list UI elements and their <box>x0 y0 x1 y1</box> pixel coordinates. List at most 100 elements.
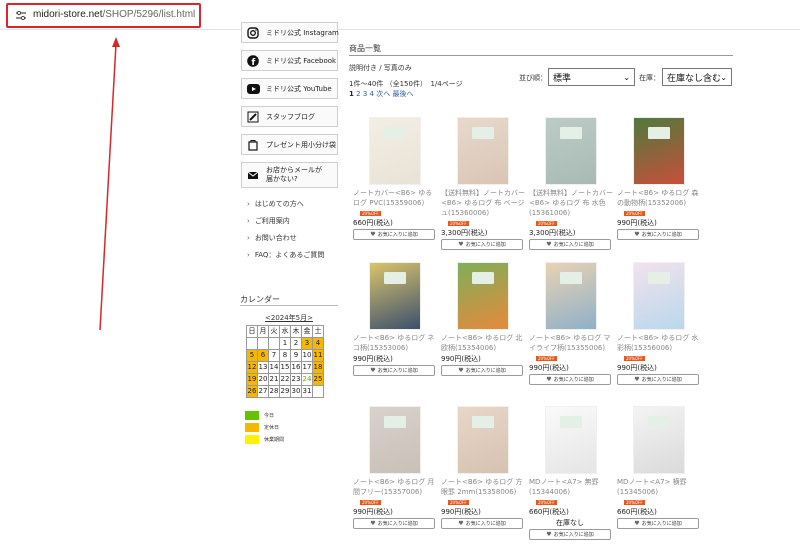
calendar-day: 27 <box>258 386 269 398</box>
staff-blog-button[interactable]: スタッフブログ <box>241 106 338 127</box>
product-image[interactable] <box>458 407 508 473</box>
add-to-favorites-button[interactable]: ♥ お気に入りに追加 <box>353 365 435 376</box>
product-card[interactable]: MDノート<A7> 無罫 (15344006) 20%OFF 660円(税込) 在庫な… <box>529 407 613 540</box>
product-name[interactable]: MDノート<A7> 無罫 (15344006) <box>529 477 613 497</box>
calendar-month-nav[interactable]: <2024年5月> <box>240 313 338 323</box>
add-to-favorites-button[interactable]: ♥ お気に入りに追加 <box>441 518 523 529</box>
add-to-favorites-button[interactable]: ♥ お気に入りに追加 <box>441 239 523 250</box>
stock-select-value: 在庫なし含む <box>667 74 722 84</box>
product-card[interactable]: ノート<B6> ゆるログ 月間フリー(15357006) 20%OFF 990円(税… <box>353 407 437 529</box>
add-to-favorites-button[interactable]: ♥ お気に入りに追加 <box>529 239 611 250</box>
browser-address-bar[interactable]: midori-store.net/SHOP/5296/list.html <box>0 0 800 30</box>
link-faq[interactable]: FAQ：よくあるご質問 <box>247 250 325 260</box>
heart-icon: ♥ <box>546 376 552 383</box>
legend-swatch <box>245 411 259 420</box>
add-to-favorites-button[interactable]: ♥ お気に入りに追加 <box>529 529 611 540</box>
calendar-day: 28 <box>269 386 280 398</box>
product-name[interactable]: 【送料無料】ノートカバー<B6> ゆるログ 布 ベージュ(15360006) <box>441 188 525 218</box>
calendar-day <box>269 338 280 350</box>
product-name[interactable]: 【送料無料】ノートカバー<B6> ゆるログ 布 水色 (15361006) <box>529 188 613 218</box>
add-to-favorites-button[interactable]: ♥ お気に入りに追加 <box>441 365 523 376</box>
add-to-favorites-button[interactable]: ♥ お気に入りに追加 <box>529 374 611 385</box>
calendar-day: 15 <box>280 362 291 374</box>
page-link[interactable]: 4 <box>370 90 374 98</box>
youtube-button[interactable]: ミドリ公式 YouTube <box>241 78 338 99</box>
product-price: 990円(税込) <box>441 508 481 516</box>
product-image[interactable] <box>370 263 420 329</box>
product-name[interactable]: MDノート<A7> 横罫 (15345006) <box>617 477 701 497</box>
product-card[interactable]: MDノート<A7> 横罫 (15345006) 20%OFF 660円(税込) ♥ お気… <box>617 407 701 529</box>
facebook-button[interactable]: f ミドリ公式 Facebook <box>241 50 338 71</box>
product-card[interactable]: ノート<B6> ゆるログ マイライフ柄(15355006) 20%OFF 990円(… <box>529 263 613 385</box>
stock-select[interactable]: 在庫なし含む ⌄ <box>662 68 732 86</box>
product-image[interactable] <box>458 118 508 184</box>
add-to-favorites-button[interactable]: ♥ お気に入りに追加 <box>353 518 435 529</box>
product-image[interactable] <box>546 263 596 329</box>
product-card[interactable]: ノート<B6> ゆるログ 水彩柄(15356006) 20%OFF 990円(税込)… <box>617 263 701 385</box>
product-name[interactable]: ノート<B6> ゆるログ マイライフ柄(15355006) <box>529 333 613 353</box>
page-link[interactable]: 2 <box>356 90 360 98</box>
product-card[interactable]: 【送料無料】ノートカバー<B6> ゆるログ 布 水色 (15361006) 20%… <box>529 118 613 250</box>
heart-icon: ♥ <box>634 376 640 383</box>
add-to-favorites-button[interactable]: ♥ お気に入りに追加 <box>617 229 699 240</box>
page-last[interactable]: 最後へ <box>392 90 413 98</box>
product-image[interactable] <box>546 407 596 473</box>
gift-bag-label: プレゼント用小分け袋 <box>266 140 336 149</box>
product-name[interactable]: ノート<B6> ゆるログ 方眼罫 2mm(15358006) <box>441 477 525 497</box>
product-card[interactable]: ノートカバー<B6> ゆるログ PVC(15359006) 20%OFF 660円(… <box>353 118 437 240</box>
product-name-text: ノート<B6> ゆるログ 森の動物柄(15352006) <box>617 189 699 207</box>
product-name[interactable]: ノート<B6> ゆるログ 北欧柄(15354006) <box>441 333 525 353</box>
product-name-text: ノート<B6> ゆるログ マイライフ柄(15355006) <box>529 334 611 352</box>
favorites-label: お気に入りに追加 <box>377 232 418 238</box>
product-image[interactable] <box>634 263 684 329</box>
calendar-day: 26 <box>247 386 258 398</box>
add-to-favorites-button[interactable]: ♥ お気に入りに追加 <box>353 229 435 240</box>
page-next[interactable]: 次へ <box>376 90 390 98</box>
legend-swatch <box>245 423 259 432</box>
calendar-day: 21 <box>269 374 280 386</box>
instagram-button[interactable]: ミドリ公式 Instagram <box>241 22 339 43</box>
product-card[interactable]: ノート<B6> ゆるログ ネコ柄(15353006) 990円(税込) ♥ お気に入り… <box>353 263 437 376</box>
product-name[interactable]: ノートカバー<B6> ゆるログ PVC(15359006) <box>353 188 437 208</box>
product-name[interactable]: ノート<B6> ゆるログ ネコ柄(15353006) <box>353 333 437 353</box>
product-image[interactable] <box>546 118 596 184</box>
product-name[interactable]: ノート<B6> ゆるログ 水彩柄(15356006) <box>617 333 701 353</box>
add-to-favorites-button[interactable]: ♥ お気に入りに追加 <box>617 518 699 529</box>
product-image[interactable] <box>370 407 420 473</box>
product-price: 660円(税込) <box>353 219 393 227</box>
gift-bag-button[interactable]: プレゼント用小分け袋 <box>241 134 338 155</box>
product-card[interactable]: ノート<B6> ゆるログ 森の動物柄(15352006) 20%OFF 990円(税… <box>617 118 701 240</box>
product-name[interactable]: ノート<B6> ゆるログ 森の動物柄(15352006) <box>617 188 701 208</box>
link-first-time[interactable]: はじめての方へ <box>247 199 304 209</box>
product-image[interactable] <box>370 118 420 184</box>
product-image[interactable] <box>634 118 684 184</box>
product-image[interactable] <box>634 407 684 473</box>
product-card[interactable]: ノート<B6> ゆるログ 方眼罫 2mm(15358006) 20%OFF 990円… <box>441 407 525 529</box>
staff-blog-label: スタッフブログ <box>266 112 315 121</box>
heart-icon: ♥ <box>370 367 376 374</box>
page-link[interactable]: 3 <box>363 90 367 98</box>
product-price: 660円(税込) <box>617 508 657 516</box>
product-name-text: ノートカバー<B6> ゆるログ PVC(15359006) <box>353 189 433 207</box>
product-name[interactable]: ノート<B6> ゆるログ 月間フリー(15357006) <box>353 477 437 497</box>
sort-select[interactable]: 標準 ⌄ <box>548 68 635 86</box>
calendar-day: 14 <box>269 362 280 374</box>
legend-label: 今日 <box>264 413 275 419</box>
product-card[interactable]: 【送料無料】ノートカバー<B6> ゆるログ 布 ベージュ(15360006) 20… <box>441 118 525 250</box>
discount-badge: 20%OFF <box>448 221 469 226</box>
add-to-favorites-button[interactable]: ♥ お気に入りに追加 <box>617 374 699 385</box>
heart-icon: ♥ <box>634 520 640 527</box>
product-price: 3,300円(税込) <box>441 229 488 237</box>
calendar-day: 3 <box>302 338 313 350</box>
product-card[interactable]: ノート<B6> ゆるログ 北欧柄(15354006) 990円(税込) ♥ お気に入り… <box>441 263 525 376</box>
favorites-label: お気に入りに追加 <box>465 242 506 248</box>
link-user-guide[interactable]: ご利用案内 <box>247 216 290 226</box>
view-filter-links[interactable]: 説明付き / 写真のみ <box>349 63 412 73</box>
calendar-day: 18 <box>313 362 324 374</box>
calendar-day: 24 <box>302 374 313 386</box>
calendar-day: 9 <box>291 350 302 362</box>
mail-help-button[interactable]: お店からメールが 届かない? <box>241 162 338 188</box>
product-image[interactable] <box>458 263 508 329</box>
link-contact[interactable]: お問い合わせ <box>247 233 297 243</box>
calendar-day <box>313 386 324 398</box>
